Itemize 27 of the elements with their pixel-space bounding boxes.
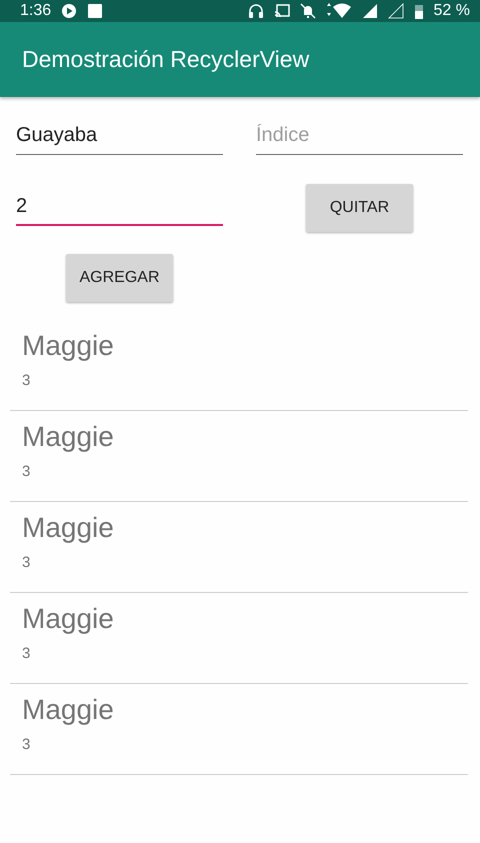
signal-icon	[362, 3, 378, 19]
item-subtitle: 3	[22, 554, 30, 571]
battery-percent: 52 %	[434, 2, 470, 20]
item-title: Maggie	[22, 602, 114, 636]
item-subtitle: 3	[22, 372, 30, 389]
item-title: Maggie	[22, 329, 114, 363]
bell-off-icon	[300, 3, 316, 19]
item-title: Maggie	[22, 420, 114, 454]
item-title: Maggie	[22, 511, 114, 545]
name-field[interactable]: Guayaba	[16, 119, 223, 155]
remove-button[interactable]: QUITAR	[306, 184, 413, 232]
item-title: Maggie	[22, 693, 114, 727]
index-field[interactable]: Índice	[256, 119, 463, 155]
headset-icon	[248, 3, 264, 19]
app-title: Demostración RecyclerView	[22, 46, 310, 73]
cast-icon	[274, 3, 290, 19]
square-icon	[87, 3, 104, 19]
item-subtitle: 3	[22, 736, 30, 753]
battery-icon	[414, 3, 424, 19]
wifi-icon	[326, 3, 352, 19]
item-subtitle: 3	[22, 463, 30, 480]
status-time: 1:36	[20, 2, 52, 20]
play-icon	[61, 3, 78, 19]
signal-empty-icon	[388, 3, 404, 19]
item-subtitle: 3	[22, 645, 30, 662]
add-button[interactable]: AGREGAR	[66, 254, 173, 302]
amount-field[interactable]: 2	[16, 190, 223, 226]
